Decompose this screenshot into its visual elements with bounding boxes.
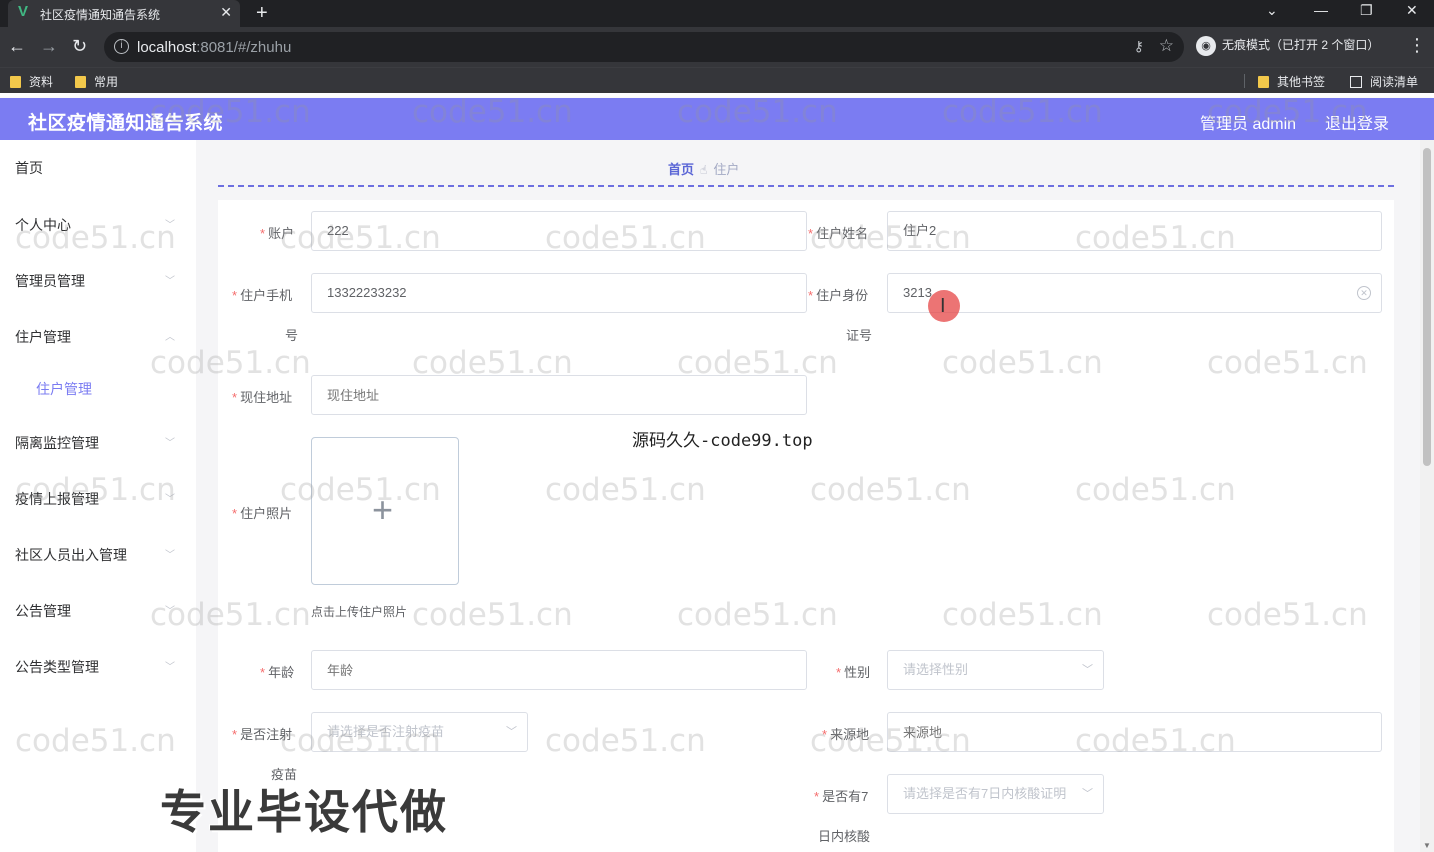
- chevron-down-icon: ﹀: [165, 494, 175, 505]
- admin-label: 管理员 admin: [1200, 116, 1297, 133]
- photo-label: * 住户照片: [232, 506, 293, 521]
- forward-icon[interactable]: →: [40, 36, 58, 56]
- window-close-icon[interactable]: ✕: [1406, 2, 1418, 19]
- plus-icon: +: [372, 489, 394, 530]
- breadcrumb-home[interactable]: 首页: [668, 162, 694, 177]
- account-label: * 账户: [260, 226, 295, 241]
- breadcrumb: 首页 ☝ 住户: [668, 159, 739, 178]
- age-label: * 年龄: [260, 665, 295, 680]
- breadcrumb-divider: [218, 185, 1394, 187]
- restore-icon[interactable]: ❐: [1360, 2, 1373, 19]
- upload-tip: 点击上传住户照片: [311, 605, 408, 619]
- resident-name-label: * 住户姓名: [808, 226, 869, 241]
- nucleic-label: * 是否有7: [814, 789, 869, 804]
- hand-pointer-icon: ☝: [700, 163, 708, 177]
- sidebar-item-resident[interactable]: 住户管理: [15, 327, 71, 347]
- minimize-icon[interactable]: —: [1314, 2, 1328, 18]
- tab-close-icon[interactable]: ✕: [220, 4, 232, 21]
- phone-label-cont: 号: [285, 328, 299, 343]
- chevron-up-icon: ︿: [165, 332, 175, 343]
- app-title: 社区疫情通知通告系统: [28, 113, 224, 134]
- phone-label: * 住户手机: [232, 288, 293, 303]
- idcard-label: * 住户身份: [808, 288, 869, 303]
- bookmark-folder-changyong[interactable]: 常用: [75, 73, 118, 90]
- chevron-down-icon: ﹀: [165, 220, 175, 231]
- bookmark-folder-ziliao[interactable]: 资料: [10, 73, 53, 90]
- age-input[interactable]: [311, 650, 807, 690]
- other-bookmarks[interactable]: 其他书签: [1258, 73, 1325, 90]
- vue-favicon-icon: V: [18, 3, 29, 20]
- reload-icon[interactable]: ↻: [72, 36, 87, 56]
- gender-label: * 性别: [836, 665, 871, 680]
- bookmarks-bar: 资料 常用 其他书签 阅读清单: [0, 67, 1434, 93]
- back-icon[interactable]: ←: [8, 36, 26, 56]
- site-info-icon[interactable]: i: [114, 39, 129, 54]
- chevron-down-icon: ﹀: [165, 276, 175, 287]
- page-scrollbar[interactable]: ▼: [1420, 140, 1434, 852]
- phone-input[interactable]: 13322233232: [311, 273, 807, 313]
- browser-toolbar: ← → ↻ i localhost:8081/#/zhuhu ⚷ ☆ ◉ 无痕模式…: [0, 27, 1434, 67]
- text-cursor-icon: I: [940, 295, 946, 317]
- incognito-icon: ◉: [1196, 36, 1216, 56]
- gender-select[interactable]: 请选择性别 ﹀: [887, 650, 1104, 690]
- folder-icon: [1258, 76, 1269, 88]
- logout-button[interactable]: 退出登录: [1325, 110, 1389, 134]
- sidebar-subitem-resident[interactable]: 住户管理: [36, 379, 92, 399]
- source-overlay-text: 源码久久-code99.top: [632, 431, 813, 451]
- idcard-value: 3213: [903, 285, 932, 300]
- browser-menu-icon[interactable]: ⋮: [1408, 35, 1426, 56]
- breadcrumb-current: 住户: [713, 162, 740, 177]
- sidebar-item-report[interactable]: 疫情上报管理: [15, 489, 99, 509]
- sidebar-item-notice-type[interactable]: 公告类型管理: [15, 657, 99, 677]
- new-tab-icon[interactable]: +: [256, 1, 268, 25]
- idcard-input[interactable]: 3213 ✕: [887, 273, 1382, 313]
- chevron-down-icon: ﹀: [506, 726, 517, 738]
- scrollbar-thumb[interactable]: [1423, 148, 1431, 466]
- address-bar[interactable]: i localhost:8081/#/zhuhu ⚷ ☆: [104, 32, 1184, 62]
- browser-tab[interactable]: V 社区疫情通知通告系统 ✕: [8, 0, 240, 27]
- clear-icon[interactable]: ✕: [1357, 286, 1371, 300]
- origin-label: * 来源地: [822, 727, 870, 742]
- address-label: * 现住地址: [232, 390, 293, 405]
- sidebar-item-admin[interactable]: 管理员管理: [15, 271, 85, 291]
- folder-icon: [10, 76, 21, 88]
- origin-input[interactable]: [887, 712, 1382, 752]
- sidebar-item-quarantine[interactable]: 隔离监控管理: [15, 433, 99, 453]
- nucleic-label-cont: 日内核酸: [818, 829, 871, 844]
- folder-icon: [75, 76, 86, 88]
- chevron-down-icon: ﹀: [165, 606, 175, 617]
- bookmarks-divider: [1244, 74, 1245, 88]
- reading-list[interactable]: 阅读清单: [1350, 73, 1418, 90]
- address-input[interactable]: [311, 375, 807, 415]
- chevron-down-icon: ﹀: [165, 550, 175, 561]
- chevron-down-icon: ﹀: [165, 662, 175, 673]
- nucleic-select[interactable]: 请选择是否有7日内核酸证明 ﹀: [887, 774, 1104, 814]
- tab-title: 社区疫情通知通告系统: [40, 8, 161, 22]
- app-header: 社区疫情通知通告系统 管理员 admin 退出登录: [0, 98, 1434, 140]
- scroll-down-arrow-icon[interactable]: ▼: [1423, 841, 1431, 850]
- reading-list-icon: [1350, 76, 1362, 88]
- chevron-down-icon: ﹀: [1082, 788, 1093, 800]
- vaccine-select[interactable]: 请选择是否注射疫苗 ﹀: [311, 712, 528, 752]
- sidebar-item-home[interactable]: 首页: [15, 158, 43, 178]
- sidebar-item-profile[interactable]: 个人中心: [15, 215, 71, 235]
- promo-overlay-text: 专业毕设代做: [160, 786, 448, 838]
- photo-upload[interactable]: +: [311, 437, 459, 585]
- sidebar-item-notice[interactable]: 公告管理: [15, 601, 71, 621]
- password-key-icon[interactable]: ⚷: [1134, 38, 1144, 55]
- bookmark-star-icon[interactable]: ☆: [1159, 36, 1174, 56]
- resident-name-input[interactable]: 住户2: [887, 211, 1382, 251]
- url-text: localhost:8081/#/zhuhu: [137, 39, 292, 56]
- browser-tab-bar: V 社区疫情通知通告系统 ✕ + ⌄ — ❐ ✕: [0, 0, 1434, 27]
- vaccine-label: * 是否注射: [232, 727, 293, 742]
- sidebar-item-access[interactable]: 社区人员出入管理: [15, 545, 127, 565]
- chevron-down-icon: ﹀: [1082, 664, 1093, 676]
- idcard-label-cont: 证号: [846, 328, 873, 343]
- chevron-down-icon: ﹀: [165, 438, 175, 449]
- incognito-indicator[interactable]: ◉ 无痕模式（已打开 2 个窗口）: [1196, 36, 1379, 56]
- tab-search-chevron-icon[interactable]: ⌄: [1266, 2, 1278, 19]
- account-input[interactable]: 222: [311, 211, 807, 251]
